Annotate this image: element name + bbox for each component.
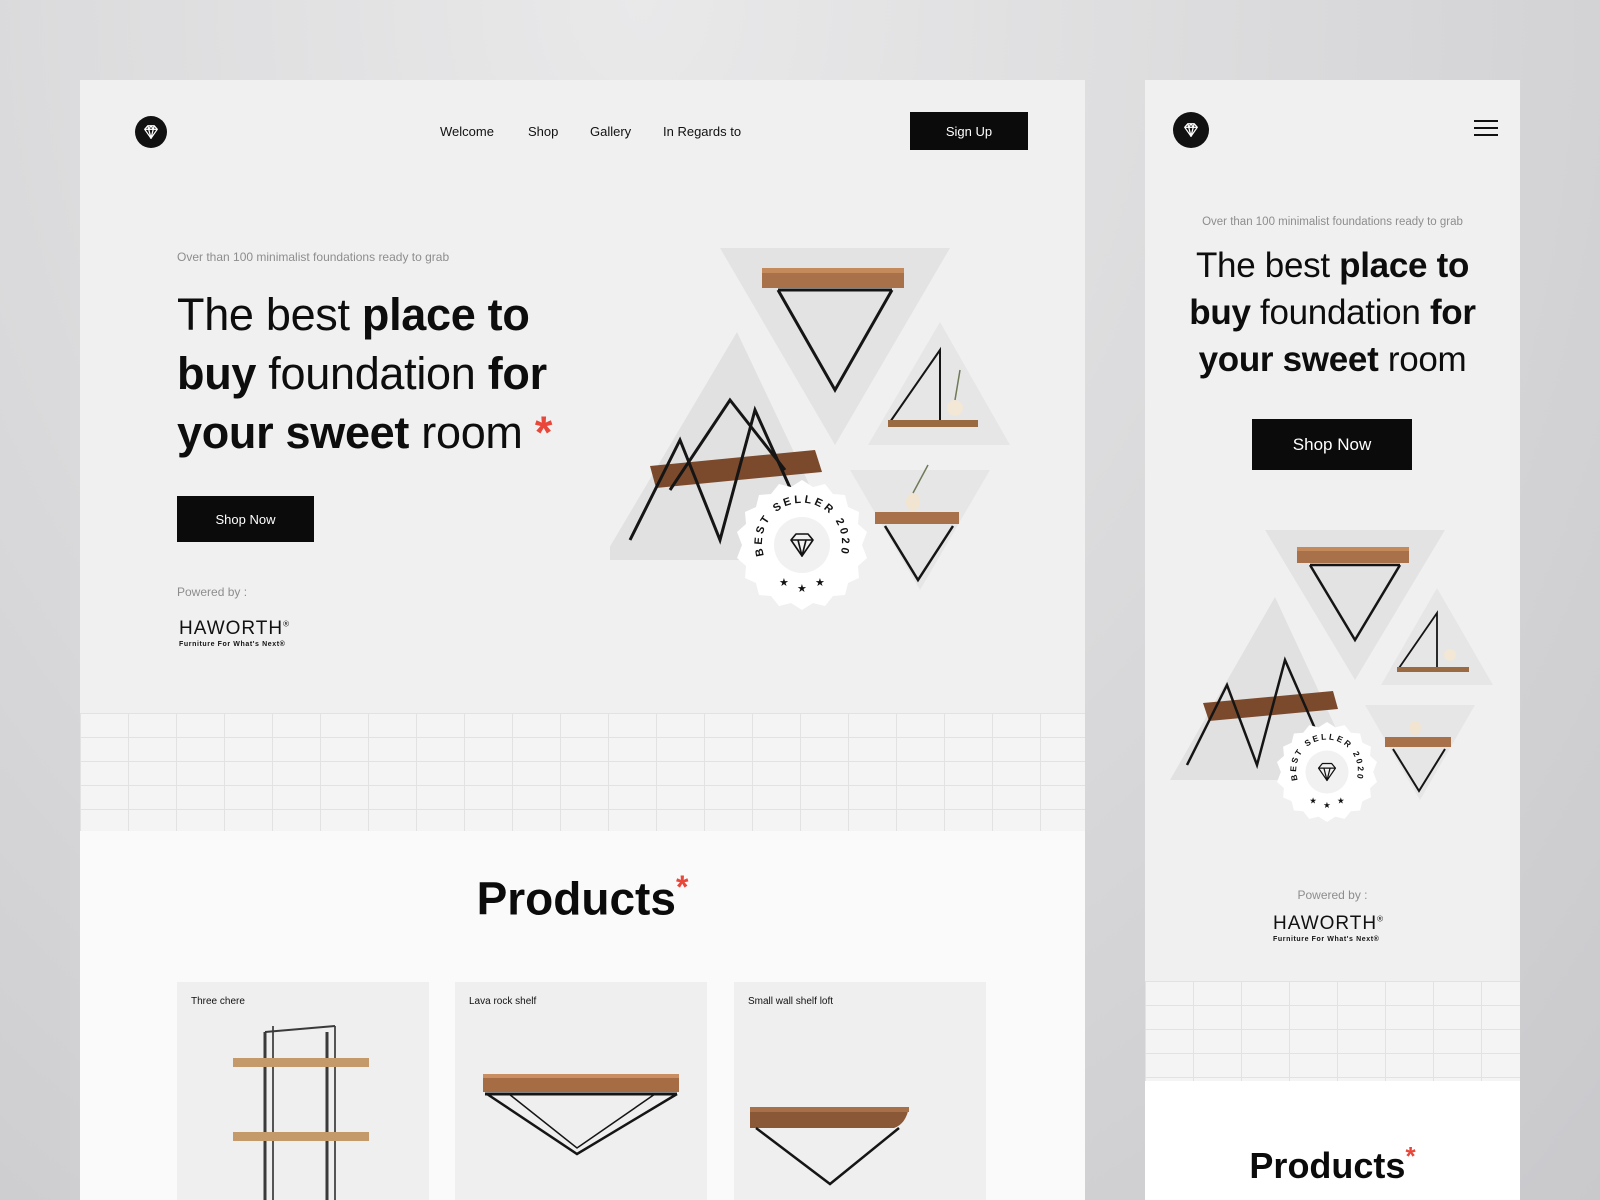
products-heading: Products* — [1249, 1141, 1416, 1186]
triangle-bottom-right — [850, 470, 990, 590]
product-card[interactable]: Three chere — [177, 982, 429, 1200]
logo-diamond-icon[interactable] — [1173, 112, 1209, 148]
product-image-small-wall-shelf-loft — [750, 1107, 909, 1186]
nav-shop[interactable]: Shop — [528, 124, 558, 139]
svg-text:★: ★ — [779, 577, 789, 589]
mobile-page: Over than 100 minimalist foundations rea… — [1145, 80, 1520, 1200]
shop-now-button[interactable]: Shop Now — [1252, 419, 1412, 470]
nav-gallery[interactable]: Gallery — [590, 124, 631, 139]
hamburger-menu-icon[interactable] — [1474, 120, 1498, 136]
product-card[interactable]: Lava rock shelf — [455, 982, 707, 1200]
brick-wall-banner — [1145, 981, 1520, 1081]
svg-text:★: ★ — [1309, 796, 1317, 806]
products-section: Products* Three chere Lava rock shelf Sm… — [80, 831, 1085, 1200]
powered-by-label: Powered by : — [177, 585, 248, 599]
shop-now-button[interactable]: Shop Now — [177, 496, 314, 542]
haworth-logo: HAWORTH® Furniture For What's Next® — [1273, 913, 1385, 943]
nav-in-regards-to[interactable]: In Regards to — [663, 124, 741, 139]
product-card[interactable]: Small wall shelf loft — [734, 982, 986, 1200]
accent-asterisk: * — [534, 407, 553, 458]
sign-up-button[interactable]: Sign Up — [910, 112, 1028, 150]
product-image-three-tier-shelf — [233, 1025, 369, 1200]
hero-headline: The best place to buy foundation for you… — [177, 289, 553, 458]
nav-welcome[interactable]: Welcome — [440, 124, 494, 139]
svg-text:★: ★ — [1337, 796, 1345, 806]
svg-text:★: ★ — [797, 583, 807, 595]
powered-by-label: Powered by : — [1297, 888, 1368, 902]
hero-eyebrow: Over than 100 minimalist foundations rea… — [177, 250, 450, 264]
best-seller-badge: BEST SELLER 2020 ★ ★ ★ — [737, 480, 867, 610]
products-heading: Products* — [476, 869, 689, 925]
logo-diamond-icon[interactable] — [135, 116, 167, 148]
svg-text:★: ★ — [1323, 800, 1331, 810]
brick-wall-banner — [80, 713, 1085, 831]
svg-text:★: ★ — [815, 577, 825, 589]
haworth-logo: HAWORTH® Furniture For What's Next® — [179, 618, 291, 648]
products-section: Products* — [1145, 1081, 1520, 1200]
best-seller-badge: BEST SELLER 2020 ★ ★ ★ — [1277, 722, 1377, 822]
product-image-lava-rock-shelf — [483, 1074, 679, 1156]
hero-headline: The best place to buy foundation for you… — [1189, 246, 1476, 379]
desktop-page: Welcome Shop Gallery In Regards to Sign … — [80, 80, 1085, 1200]
hero-eyebrow: Over than 100 minimalist foundations rea… — [1202, 216, 1463, 228]
